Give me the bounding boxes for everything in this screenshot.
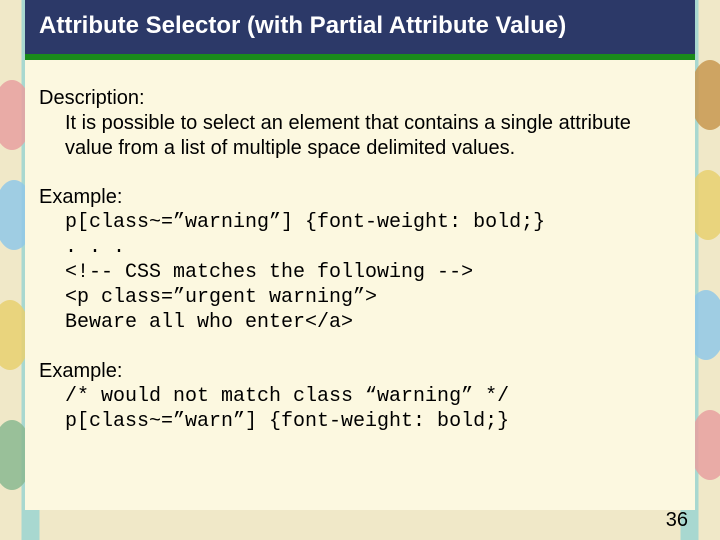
- page-number: 36: [666, 509, 688, 532]
- title-bar: Attribute Selector (with Partial Attribu…: [25, 0, 695, 60]
- example2-code: /* would not match class “warning” */ p[…: [39, 384, 681, 434]
- example1-code: p[class~=”warning”] {font-weight: bold;}…: [39, 210, 681, 335]
- code-line: <!-- CSS matches the following -->: [65, 260, 681, 285]
- code-line: Beware all who enter</a>: [65, 310, 681, 335]
- description-text: It is possible to select an element that…: [39, 111, 681, 161]
- example2-label: Example:: [39, 359, 681, 384]
- description-section: Description: It is possible to select an…: [39, 86, 681, 161]
- code-line: <p class=”urgent warning”>: [65, 285, 681, 310]
- code-line: p[class~=”warn”] {font-weight: bold;}: [65, 409, 681, 434]
- slide-title: Attribute Selector (with Partial Attribu…: [39, 12, 681, 40]
- decorative-left-strip: [0, 0, 28, 540]
- slide-content: Description: It is possible to select an…: [25, 60, 695, 468]
- example1-section: Example: p[class~=”warning”] {font-weigh…: [39, 185, 681, 335]
- decorative-right-strip: [692, 0, 720, 540]
- code-line: . . .: [65, 235, 681, 260]
- example2-section: Example: /* would not match class “warni…: [39, 359, 681, 434]
- slide-container: Attribute Selector (with Partial Attribu…: [25, 0, 695, 510]
- example1-label: Example:: [39, 185, 681, 210]
- code-line: /* would not match class “warning” */: [65, 384, 681, 409]
- code-line: p[class~=”warning”] {font-weight: bold;}: [65, 210, 681, 235]
- description-label: Description:: [39, 86, 681, 111]
